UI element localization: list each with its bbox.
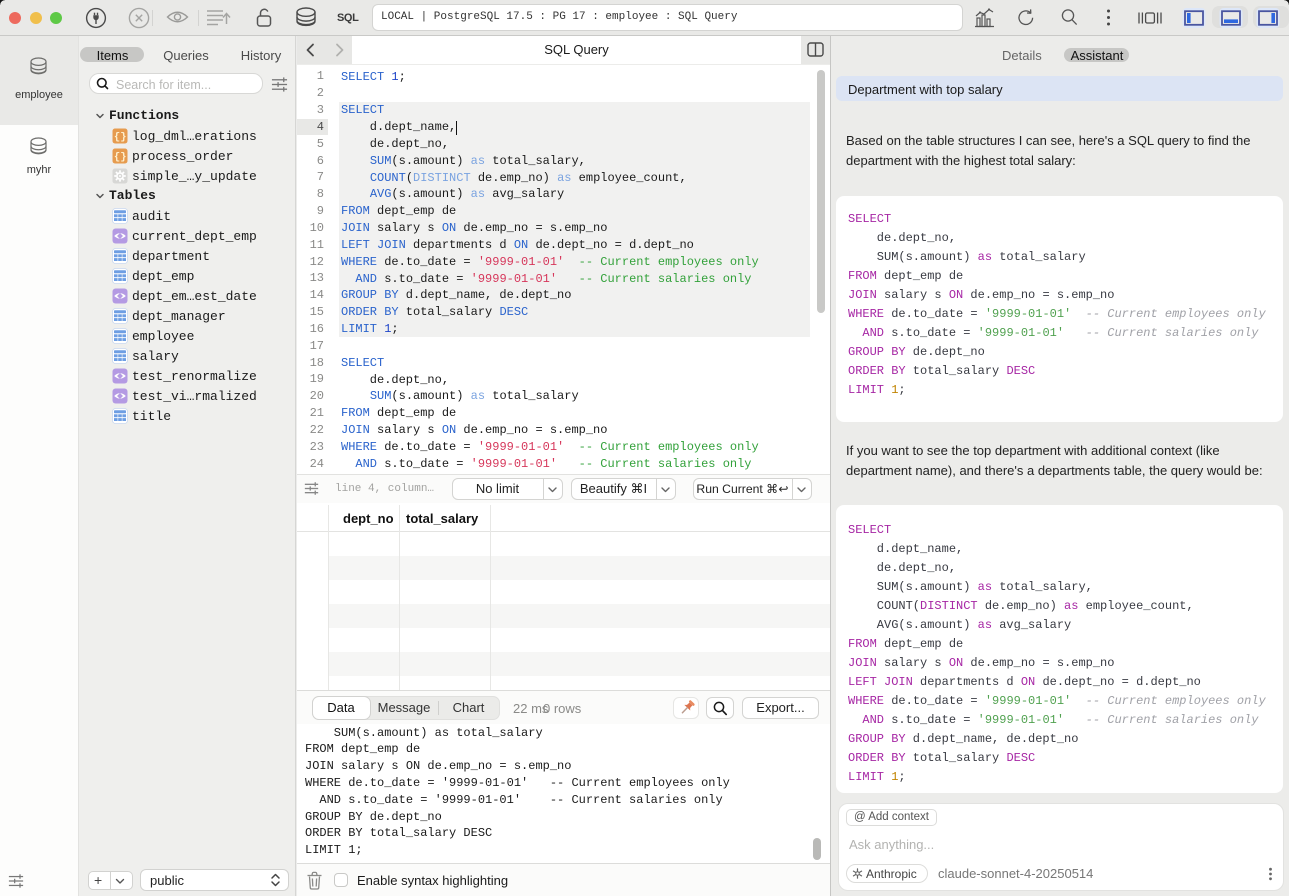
svg-text:{}: {} (114, 152, 127, 164)
svg-text:{}: {} (114, 132, 127, 144)
